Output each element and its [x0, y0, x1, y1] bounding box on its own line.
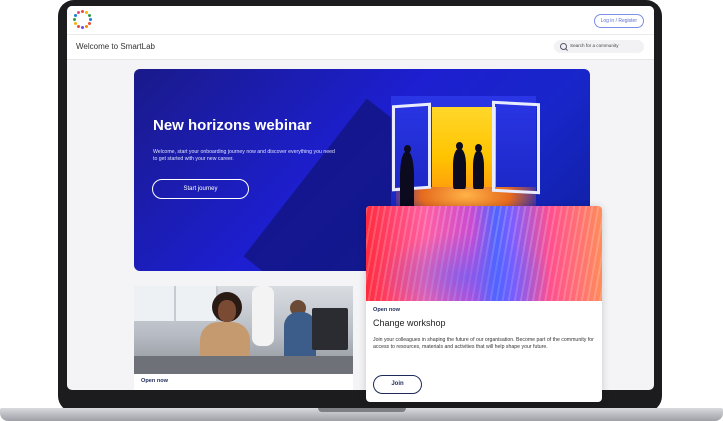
- hero-frame-right: [492, 100, 540, 195]
- site-title: Welcome to SmartLab: [76, 42, 155, 51]
- logo-dot: [73, 18, 76, 21]
- search-icon: [560, 43, 567, 50]
- logo-dot: [81, 26, 84, 29]
- office-desk: [134, 356, 353, 374]
- hero-description: Welcome, start your onboarding journey n…: [153, 149, 335, 162]
- card-status-label: Open now: [141, 378, 169, 384]
- change-workshop-card[interactable]: Open now Change workshop Join your colle…: [366, 206, 602, 402]
- join-button[interactable]: Join: [373, 375, 422, 394]
- hero-title: New horizons webinar: [153, 117, 312, 134]
- logo-dot: [77, 24, 80, 28]
- laptop-notch: [318, 408, 406, 412]
- hero-person-silhouette: [453, 142, 466, 189]
- logo-dot: [81, 10, 84, 13]
- logo-dot: [87, 14, 91, 17]
- logo-dot: [74, 14, 78, 17]
- office-team-photo: [134, 286, 353, 374]
- abstract-gradient-image: [366, 206, 602, 301]
- card-status-label: Open now: [373, 307, 401, 313]
- logo-dot: [85, 24, 88, 28]
- login-register-button[interactable]: Log in / Register: [593, 14, 644, 28]
- logo-dot: [89, 18, 92, 21]
- logo-dot: [87, 22, 91, 25]
- card-description: Join your colleagues in shaping the futu…: [373, 337, 594, 350]
- smartlab-logo-icon[interactable]: [71, 9, 95, 31]
- hero-person-silhouette: [473, 144, 484, 189]
- hero-person-silhouette: [400, 145, 414, 212]
- office-monitor: [312, 308, 348, 350]
- office-coworker-standing: [252, 286, 274, 346]
- office-window: [134, 286, 176, 321]
- community-header: Welcome to SmartLab Search for a communi…: [67, 35, 654, 60]
- top-navigation-bar: Log in / Register: [67, 6, 654, 35]
- office-woman-face: [218, 300, 236, 322]
- start-journey-button[interactable]: Start journey: [152, 179, 249, 199]
- community-card[interactable]: Open now: [134, 286, 353, 390]
- community-search-input[interactable]: Search for a community: [554, 40, 644, 53]
- logo-dot: [77, 11, 80, 15]
- card-title: Change workshop: [373, 318, 446, 328]
- search-placeholder: Search for a community: [570, 43, 619, 48]
